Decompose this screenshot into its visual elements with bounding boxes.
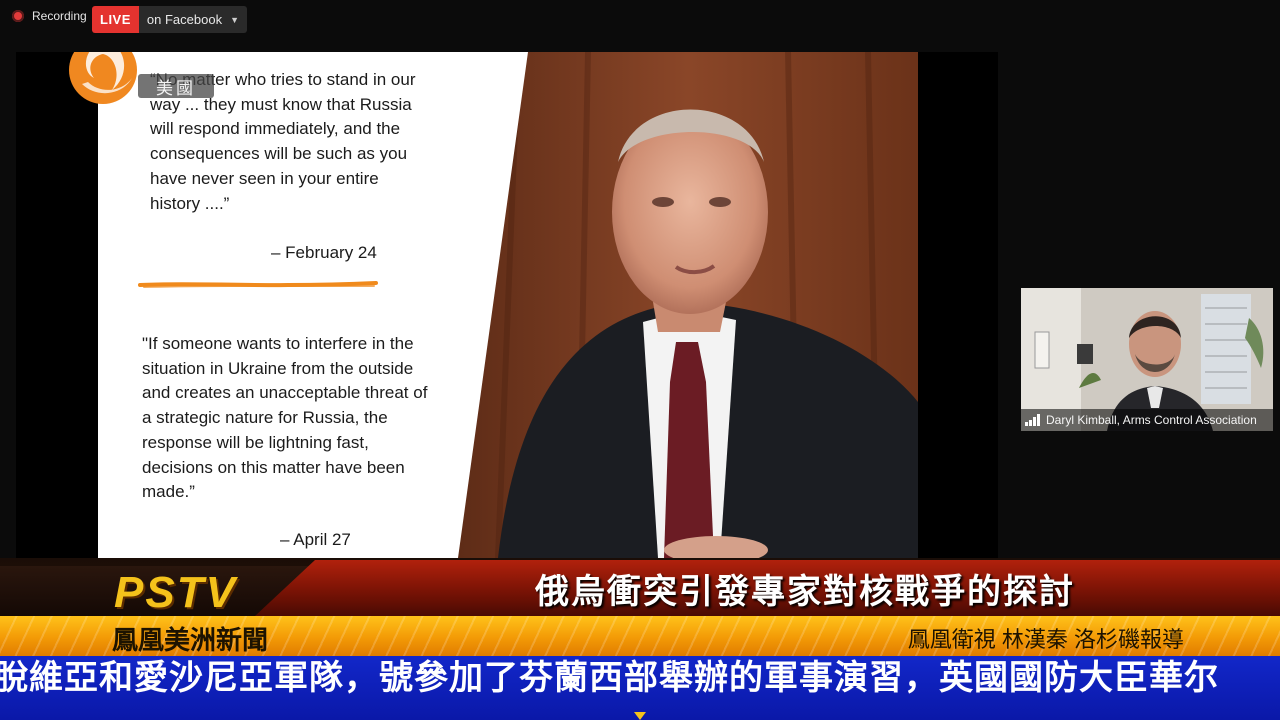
live-destination-label: on Facebook	[146, 12, 223, 27]
news-ticker: 脫維亞和愛沙尼亞軍隊，號參加了芬蘭西部舉辦的軍事演習，英國國防大臣華尔	[0, 656, 1280, 700]
presentation-slide: “No matter who tries to stand in our way…	[98, 52, 918, 558]
recording-label: Recording	[32, 9, 87, 23]
shared-screen: “No matter who tries to stand in our way…	[16, 52, 998, 558]
logo-region-badge: 美國	[138, 74, 214, 98]
participant-name-label: Daryl Kimball, Arms Control Association	[1021, 409, 1273, 431]
orange-underline-annotation	[138, 281, 378, 288]
live-destination-dropdown[interactable]: on Facebook ▼	[138, 6, 247, 33]
participant-name: Daryl Kimball, Arms Control Association	[1046, 413, 1257, 427]
ticker-marker-icon	[634, 712, 646, 720]
news-headline: 俄烏衝突引發專家對核戰爭的探討	[535, 572, 1075, 611]
quote-february-date: – February 24	[271, 243, 377, 262]
caret-down-icon: ▼	[230, 14, 239, 25]
quote-april: "If someone wants to interfere in the si…	[142, 334, 428, 502]
participant-video-tile[interactable]: Daryl Kimball, Arms Control Association	[1021, 288, 1273, 431]
live-stream-button[interactable]: LIVE on Facebook ▼	[92, 6, 247, 33]
speaker-photo	[458, 52, 918, 558]
recording-indicator[interactable]: Recording	[12, 9, 87, 23]
channel-logo-text: PSTV	[114, 568, 237, 617]
phoenix-logo-icon	[69, 52, 137, 104]
recording-dot-icon	[12, 10, 24, 22]
ticker-text: 脫維亞和愛沙尼亞軍隊，號參加了芬蘭西部舉辦的軍事演習，英國國防大臣華尔	[0, 659, 1219, 697]
live-badge: LIVE	[92, 6, 139, 33]
meeting-topbar: Recording LIVE on Facebook ▼	[0, 0, 1280, 40]
bureau-name: 鳳凰美洲新聞	[112, 625, 269, 655]
quote-april-date: – April 27	[280, 530, 351, 549]
signal-bars-icon	[1025, 414, 1040, 426]
reporter-credit: 鳳凰衛視 林漢秦 洛杉磯報導	[907, 627, 1184, 652]
